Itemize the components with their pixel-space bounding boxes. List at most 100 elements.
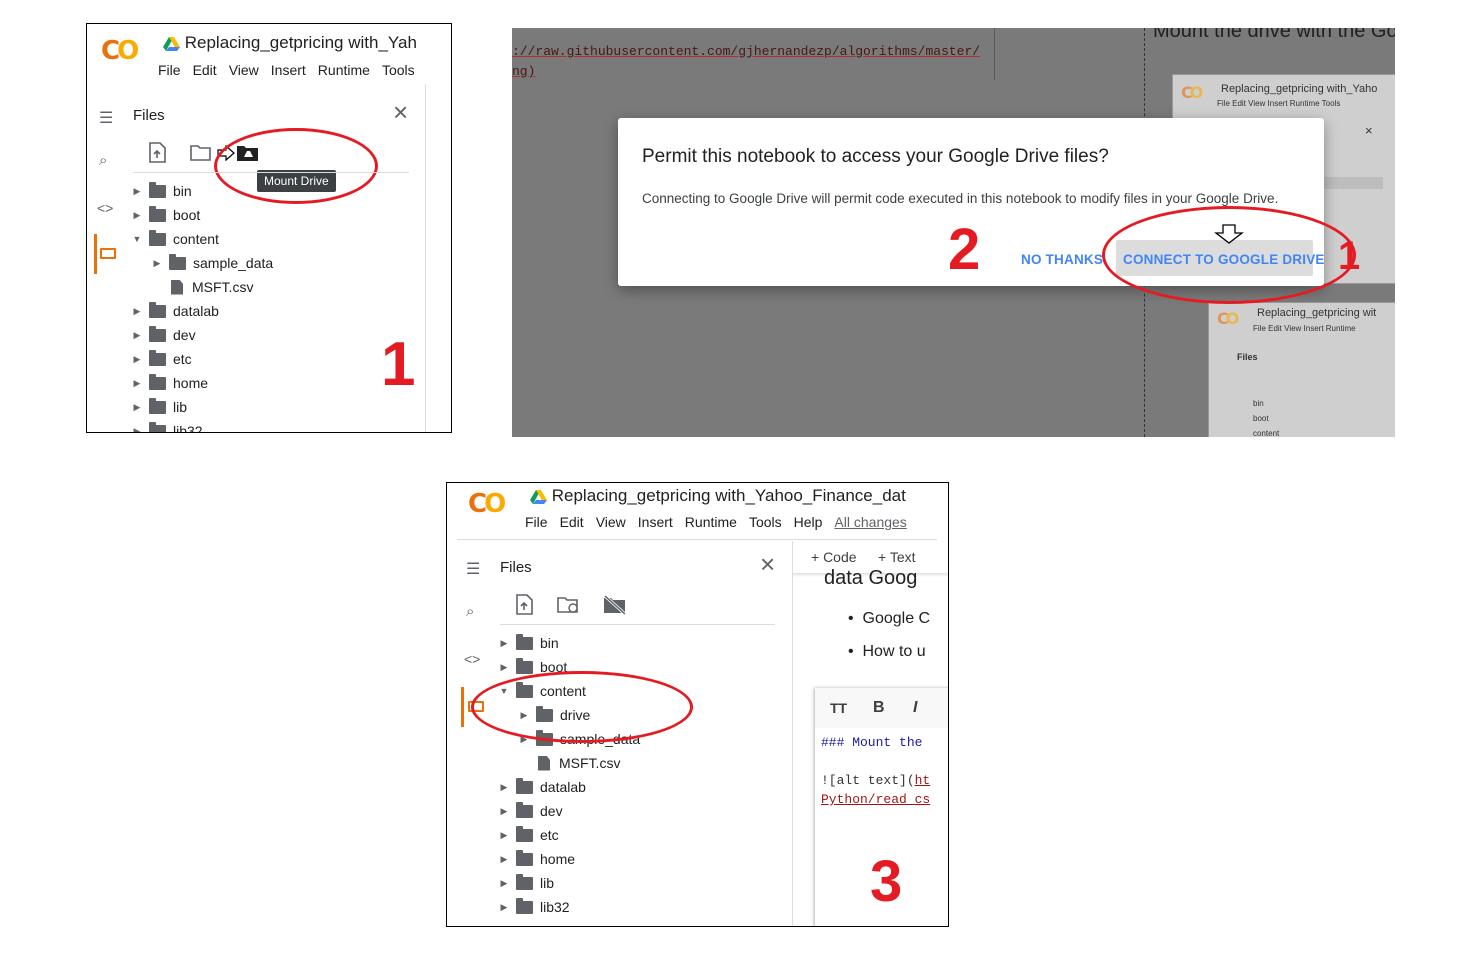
text-size-button[interactable]: TT: [830, 700, 847, 716]
collapsed-arrow-icon[interactable]: ▶: [131, 402, 143, 413]
tree-item-msft-csv[interactable]: MSFT.csv: [151, 279, 253, 295]
code-link: ht: [914, 773, 931, 788]
expanded-arrow-icon[interactable]: ▼: [131, 234, 143, 244]
thumbnail-screenshot: CO Replacing_getpricing wit File Edit Vi…: [1208, 302, 1395, 437]
toolbar-divider: [500, 624, 775, 625]
code-snippets-icon[interactable]: <>: [97, 200, 113, 216]
close-icon[interactable]: ×: [393, 99, 408, 125]
tree-item-label: lib32: [540, 899, 570, 915]
add-text-button[interactable]: + Text: [878, 549, 916, 565]
menu-item-file[interactable]: File: [525, 514, 548, 530]
menu-item-view[interactable]: View: [229, 62, 259, 78]
folder-icon: [516, 777, 533, 794]
search-icon[interactable]: ⌕: [99, 152, 107, 169]
menu-item-file[interactable]: File: [158, 62, 181, 78]
upload-icon[interactable]: [515, 594, 533, 615]
tree-item-lib[interactable]: ▶ lib: [131, 397, 187, 415]
collapsed-arrow-icon[interactable]: ▶: [498, 662, 510, 673]
tree-item-label: etc: [173, 351, 192, 367]
colab-logo-icon[interactable]: CO: [101, 36, 139, 66]
colab-logo-icon[interactable]: CO: [468, 489, 506, 519]
tree-item-bin[interactable]: ▶ bin: [131, 181, 192, 199]
collapsed-arrow-icon[interactable]: ▶: [498, 782, 510, 793]
menu-item-tools[interactable]: Tools: [749, 514, 782, 530]
step1-panel: CO Replacing_getpricing with_Yah File Edi…: [86, 23, 452, 433]
folder-icon: [149, 421, 166, 432]
table-of-contents-icon[interactable]: ☰: [99, 108, 113, 128]
collapsed-arrow-icon[interactable]: ▶: [498, 878, 510, 889]
menu-item-runtime[interactable]: Runtime: [685, 514, 737, 530]
collapsed-arrow-icon[interactable]: ▶: [131, 426, 143, 433]
folder-icon[interactable]: [100, 248, 116, 259]
collapsed-arrow-icon[interactable]: ▶: [498, 806, 510, 817]
menu-item-help[interactable]: Help: [794, 514, 823, 530]
close-icon[interactable]: ×: [760, 551, 775, 577]
menu-item-tools[interactable]: Tools: [382, 62, 415, 78]
collapsed-arrow-icon[interactable]: ▶: [498, 638, 510, 649]
collapsed-arrow-icon[interactable]: ▶: [498, 830, 510, 841]
folder-icon: [149, 325, 166, 342]
tree-item-label: etc: [540, 827, 559, 843]
collapsed-arrow-icon[interactable]: ▶: [131, 306, 143, 317]
tree-item-lib32[interactable]: ▶ lib32: [131, 421, 203, 433]
tree-item-dev[interactable]: ▶ dev: [131, 325, 196, 343]
menu-item-insert[interactable]: Insert: [638, 514, 673, 530]
tree-item-etc[interactable]: ▶ etc: [131, 349, 192, 367]
tree-item-bin[interactable]: ▶ bin: [498, 633, 559, 651]
thumbnail-menu: File Edit View Insert Runtime Tools: [1217, 99, 1341, 108]
refresh-icon[interactable]: [190, 144, 212, 162]
tree-item-label: bin: [540, 635, 559, 651]
collapsed-arrow-icon[interactable]: ▶: [498, 854, 510, 865]
tree-item-home[interactable]: ▶ home: [131, 373, 208, 391]
add-code-button[interactable]: + Code: [811, 549, 857, 565]
tree-item-datalab[interactable]: ▶ datalab: [131, 301, 219, 319]
collapsed-arrow-icon[interactable]: ▶: [131, 186, 143, 197]
menu-item-edit[interactable]: Edit: [193, 62, 217, 78]
collapsed-arrow-icon[interactable]: ▶: [131, 330, 143, 341]
upload-icon[interactable]: [148, 142, 166, 163]
code-snippets-icon[interactable]: <>: [464, 651, 480, 667]
refresh-icon[interactable]: [557, 596, 581, 614]
menu-item-insert[interactable]: Insert: [271, 62, 306, 78]
search-icon[interactable]: ⌕: [466, 603, 474, 620]
bold-button[interactable]: B: [873, 699, 885, 717]
unmount-drive-icon[interactable]: [603, 595, 627, 615]
bullet-item: • How to u: [848, 643, 926, 660]
tree-item-content[interactable]: ▼ content: [131, 229, 219, 247]
save-status-link[interactable]: All changes: [834, 514, 906, 530]
files-title: Files: [500, 559, 532, 576]
folder-icon: [516, 849, 533, 866]
collapsed-arrow-icon[interactable]: ▶: [151, 258, 163, 269]
tree-item-datalab[interactable]: ▶ datalab: [498, 777, 586, 795]
code-line: ng): [512, 64, 536, 79]
menu-item-edit[interactable]: Edit: [560, 514, 584, 530]
tree-item-msft-csv[interactable]: MSFT.csv: [518, 755, 620, 771]
collapsed-arrow-icon[interactable]: ▶: [498, 902, 510, 913]
thumbnail-tree-item: bin: [1253, 399, 1264, 408]
tree-item-label: home: [540, 851, 576, 867]
code-line: ![alt text](ht: [821, 773, 930, 788]
collapsed-arrow-icon[interactable]: ▶: [131, 354, 143, 365]
tree-item-label: content: [173, 231, 219, 247]
tree-item-lib32[interactable]: ▶ lib32: [498, 897, 570, 915]
notebook-title[interactable]: Replacing_getpricing with_Yahoo_Finance_…: [552, 486, 906, 505]
step-number: 1: [381, 330, 416, 399]
table-of-contents-icon[interactable]: ☰: [466, 559, 480, 579]
markdown-editor[interactable]: TT B I ### Mount the ![alt text](ht Pyth…: [815, 688, 948, 926]
tree-item-lib[interactable]: ▶ lib: [498, 873, 554, 891]
code-fragment: ![alt text](: [821, 773, 915, 788]
notebook-title[interactable]: Replacing_getpricing with_Yah: [185, 33, 417, 52]
tree-item-label: lib32: [173, 423, 203, 433]
menu-item-view[interactable]: View: [596, 514, 626, 530]
collapsed-arrow-icon[interactable]: ▶: [131, 378, 143, 389]
italic-button[interactable]: I: [913, 699, 917, 717]
tree-item-sample-data[interactable]: ▶ sample_data: [151, 253, 273, 271]
collapsed-arrow-icon[interactable]: ▶: [131, 210, 143, 221]
no-thanks-button[interactable]: NO THANKS: [1021, 252, 1103, 267]
files-title: Files: [133, 107, 165, 124]
tree-item-boot[interactable]: ▶ boot: [131, 205, 200, 223]
tree-item-dev[interactable]: ▶ dev: [498, 801, 563, 819]
menu-item-runtime[interactable]: Runtime: [318, 62, 370, 78]
tree-item-home[interactable]: ▶ home: [498, 849, 576, 867]
tree-item-etc[interactable]: ▶ etc: [498, 825, 559, 843]
